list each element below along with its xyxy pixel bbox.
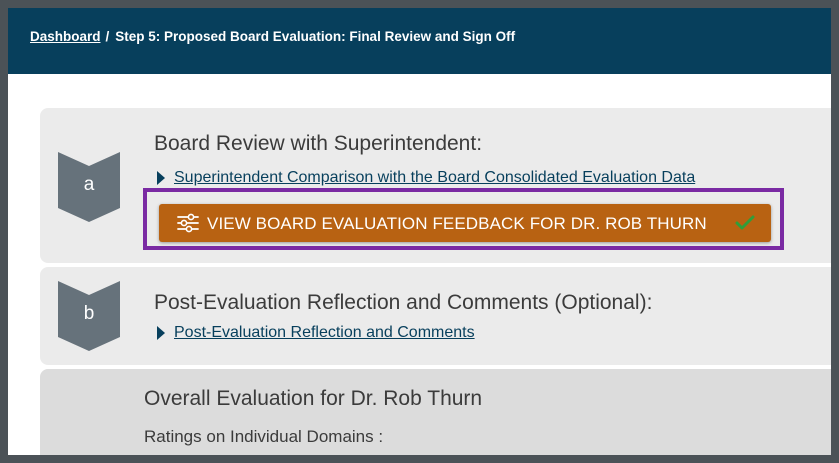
section-title: Board Review with Superintendent: bbox=[154, 132, 483, 155]
caret-right-icon bbox=[157, 171, 165, 185]
breadcrumb-separator: / bbox=[105, 29, 110, 44]
caret-right-icon bbox=[157, 326, 165, 340]
step-badge-a: a bbox=[58, 152, 120, 222]
step-badge-label: a bbox=[83, 174, 95, 195]
check-icon bbox=[735, 215, 755, 230]
link-row: Post-Evaluation Reflection and Comments bbox=[157, 324, 475, 342]
superintendent-comparison-link[interactable]: Superintendent Comparison with the Board… bbox=[174, 169, 695, 187]
view-feedback-button[interactable]: VIEW BOARD EVALUATION FEEDBACK FOR DR. R… bbox=[159, 204, 771, 242]
view-feedback-label: VIEW BOARD EVALUATION FEEDBACK FOR DR. R… bbox=[207, 214, 707, 233]
link-row: Superintendent Comparison with the Board… bbox=[157, 169, 695, 187]
section-overall-evaluation: Overall Evaluation for Dr. Rob Thurn Rat… bbox=[40, 369, 831, 455]
page-header: Dashboard / Step 5: Proposed Board Evaluat… bbox=[8, 8, 831, 74]
breadcrumb-current: Step 5: Proposed Board Evaluation: Final… bbox=[115, 29, 516, 44]
section-post-evaluation: b Post-Evaluation Reflection and Comment… bbox=[40, 267, 831, 365]
sliders-icon bbox=[177, 213, 199, 233]
post-evaluation-link[interactable]: Post-Evaluation Reflection and Comments bbox=[174, 324, 475, 342]
breadcrumb-dashboard-link[interactable]: Dashboard bbox=[30, 29, 101, 44]
app-window: Dashboard / Step 5: Proposed Board Evaluat… bbox=[8, 8, 831, 455]
step-badge-b: b bbox=[58, 281, 120, 351]
section-subtitle: Ratings on Individual Domains : bbox=[144, 427, 384, 446]
section-board-review: a Board Review with Superintendent: Supe… bbox=[40, 108, 831, 263]
section-title: Overall Evaluation for Dr. Rob Thurn bbox=[144, 387, 483, 410]
step-badge-label: b bbox=[83, 303, 95, 324]
breadcrumb: Dashboard / Step 5: Proposed Board Evaluat… bbox=[30, 29, 515, 44]
section-title: Post-Evaluation Reflection and Comments … bbox=[154, 291, 653, 314]
